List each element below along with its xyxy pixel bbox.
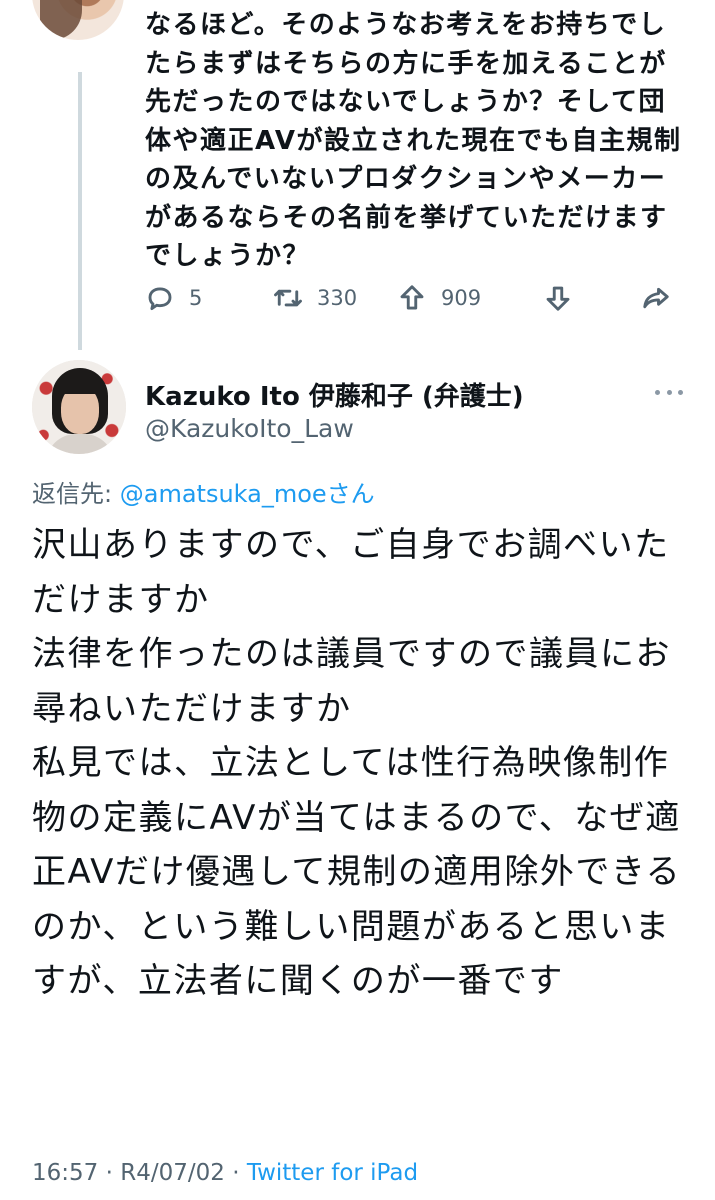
share-button[interactable] (641, 278, 671, 318)
more-options-button[interactable] (655, 382, 683, 402)
parent-author-avatar[interactable] (32, 0, 124, 40)
parent-tweet-actions: 5 330 909 (145, 278, 685, 318)
upvote-count: 909 (441, 286, 482, 310)
tweet-time[interactable]: 16:57 (32, 1160, 98, 1186)
tweet-date[interactable]: R4/07/02 (120, 1160, 225, 1186)
reply-mention-link[interactable]: @amatsuka_moe (120, 480, 327, 508)
tweet-client-link[interactable]: Twitter for iPad (247, 1160, 418, 1186)
retweet-icon (274, 289, 302, 307)
reply-icon (148, 287, 172, 311)
downvote-icon (546, 286, 570, 311)
upvote-button[interactable]: 909 (397, 278, 481, 318)
author-display-name[interactable]: Kazuko Ito 伊藤和子 (弁護士) (145, 376, 524, 413)
retweet-button[interactable]: 330 (273, 278, 357, 318)
share-icon (643, 287, 669, 309)
reply-button[interactable]: 5 (145, 278, 202, 318)
reply-mention-suffix: さん (326, 480, 375, 508)
author-avatar[interactable] (32, 360, 126, 454)
parent-tweet-text: なるほど。そのようなお考えをお持ちでしたらまずはそちらの方に手を加えることが先だ… (145, 10, 682, 271)
tweet-text: 沢山ありますので、ご自身でお調べいただけますか 法律を作ったのは議員ですので議員… (32, 525, 682, 1001)
retweet-count: 330 (317, 286, 358, 310)
reply-count: 5 (189, 286, 203, 310)
upvote-icon (400, 285, 424, 310)
meta-separator: · (105, 1160, 113, 1186)
author-handle[interactable]: @KazukoIto_Law (145, 414, 354, 443)
reply-label: 返信先: (32, 480, 113, 508)
thread-connector-line (78, 72, 82, 350)
meta-separator-2: · (232, 1160, 240, 1186)
reply-context: 返信先: @amatsuka_moeさん (32, 474, 375, 509)
more-options-icon (655, 389, 660, 395)
tweet-metadata: 16:57 · R4/07/02 · Twitter for iPad (32, 1160, 418, 1186)
downvote-button[interactable] (543, 278, 573, 318)
